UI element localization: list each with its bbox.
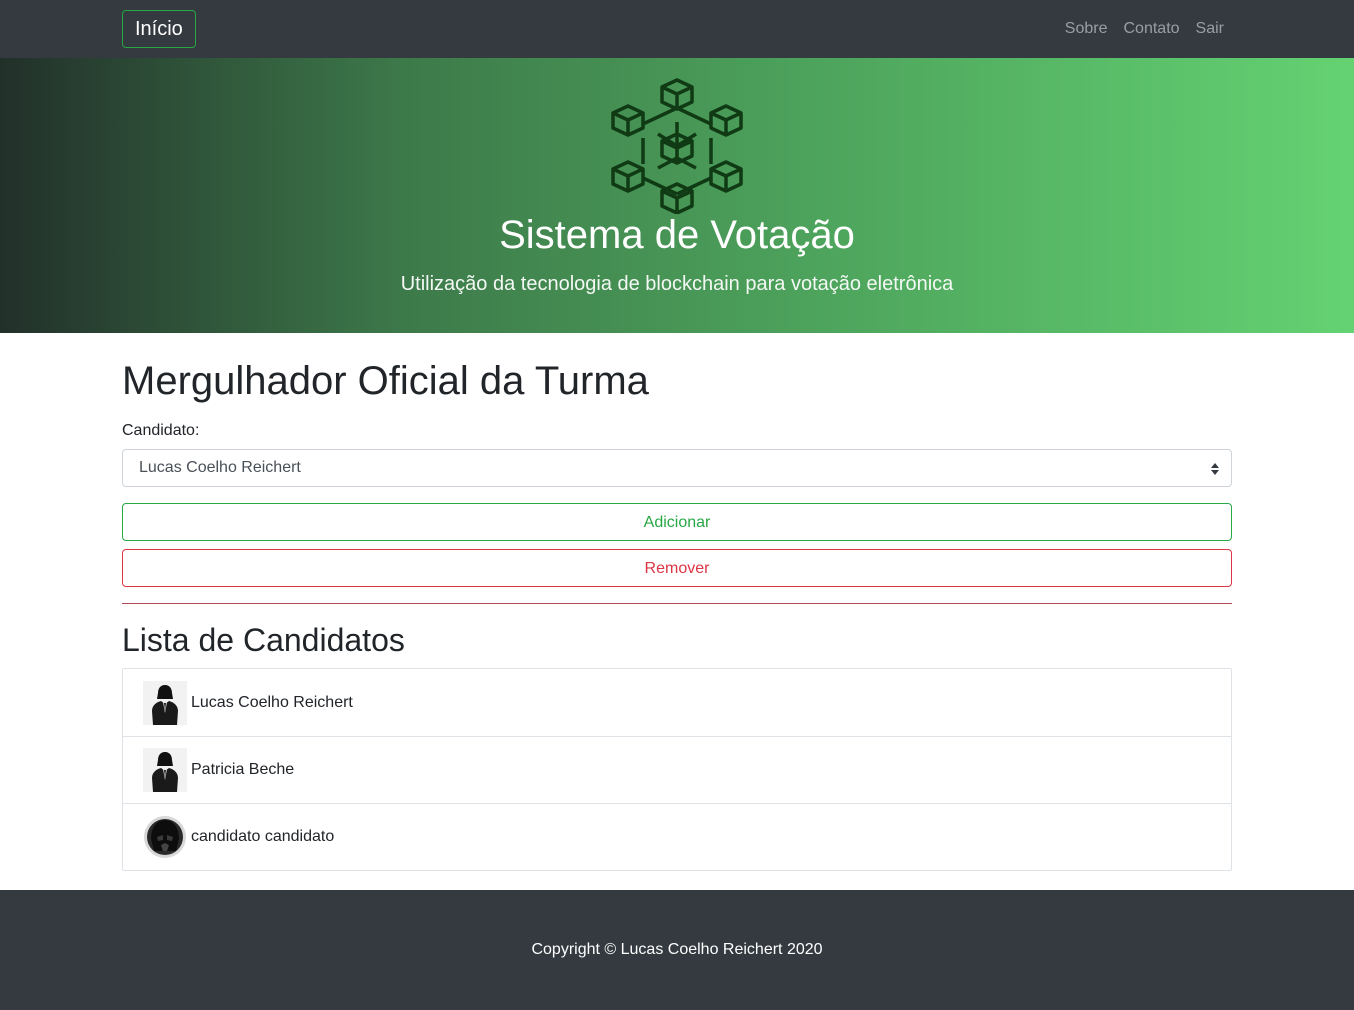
- candidate-list-title: Lista de Candidatos: [122, 622, 405, 658]
- candidate-name: Lucas Coelho Reichert: [191, 693, 353, 711]
- hero-title: Sistema de Votação: [499, 213, 855, 257]
- select-arrows-icon: [1211, 463, 1219, 475]
- main-content: Mergulhador Oficial da Turma Candidato: …: [0, 333, 1354, 871]
- nav-link-sobre[interactable]: Sobre: [1057, 20, 1116, 38]
- list-item[interactable]: Lucas Coelho Reichert: [123, 669, 1231, 736]
- blockchain-cubes-icon: [611, 78, 743, 214]
- candidate-label: Candidato:: [122, 422, 200, 439]
- copyright-text: Copyright © Lucas Coelho Reichert 2020: [531, 941, 823, 958]
- candidate-name: candidato candidato: [191, 828, 335, 845]
- list-item[interactable]: Patricia Beche: [123, 736, 1231, 803]
- candidate-name: Patricia Beche: [191, 761, 295, 778]
- navbar: Início Sobre Contato Sair: [0, 0, 1354, 58]
- suit-figure-avatar: [143, 680, 187, 725]
- nav-link-sair[interactable]: Sair: [1188, 20, 1232, 38]
- remove-button[interactable]: Remover: [122, 549, 1232, 587]
- helmet-avatar: [144, 816, 186, 858]
- hero-subtitle: Utilização da tecnologia de blockchain p…: [400, 273, 954, 295]
- candidate-select-value: Lucas Coelho Reichert: [139, 459, 301, 476]
- suit-figure-avatar: [143, 748, 187, 792]
- divider: [122, 603, 1232, 604]
- nav-link-contato[interactable]: Contato: [1116, 20, 1188, 38]
- home-link[interactable]: Início: [122, 10, 196, 48]
- add-button[interactable]: Adicionar: [122, 503, 1232, 541]
- page-title: Mergulhador Oficial da Turma: [122, 359, 649, 403]
- list-item[interactable]: candidato candidato: [123, 803, 1231, 870]
- hero-banner: Sistema de Votação Utilização da tecnolo…: [0, 58, 1354, 333]
- footer: Copyright © Lucas Coelho Reichert 2020: [0, 890, 1354, 1010]
- candidate-select[interactable]: Lucas Coelho Reichert: [122, 449, 1232, 487]
- nav-links: Sobre Contato Sair: [1057, 20, 1232, 38]
- candidate-list: Lucas Coelho Reichert Patricia Beche can…: [122, 668, 1232, 871]
